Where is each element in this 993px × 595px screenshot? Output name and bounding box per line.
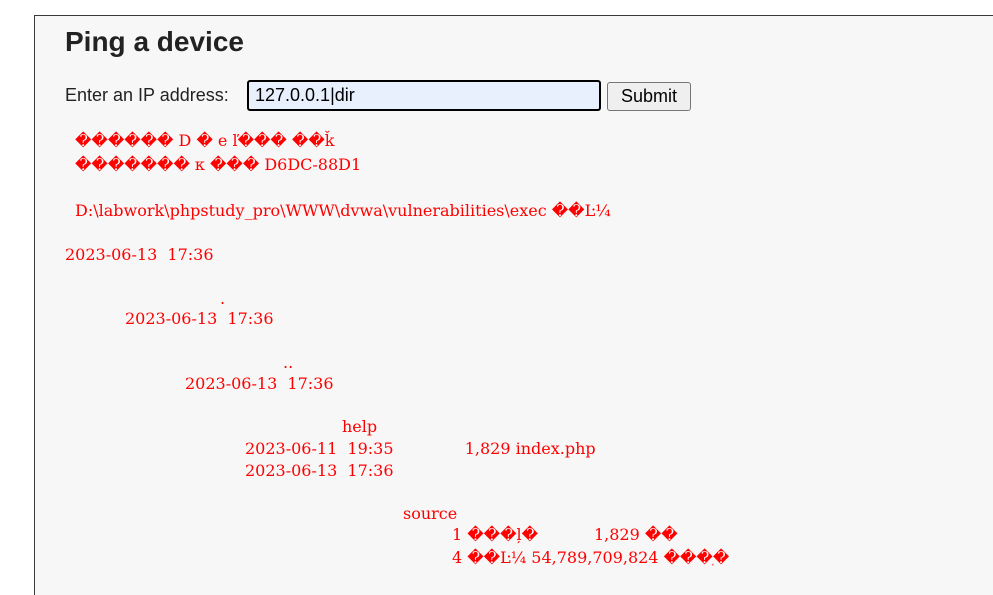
output-line-serial: ������� к ��� D6DC-88D1 [75,155,362,174]
output-line-file-count: 1 ���ļ� 1,829 �� [452,525,678,544]
output-line-date-3: 2023-06-13 17:36 [185,374,334,393]
ip-address-input[interactable] [247,80,601,111]
output-line-date-2: 2023-06-13 17:36 [125,309,274,328]
output-line-dir-count: 4 ��Ŀ¼ 54,789,709,824 ���ֽ� [452,548,730,567]
ip-address-label: Enter an IP address: [65,85,229,105]
page: Ping a device Enter an IP address: Submi… [0,0,993,595]
output-line-date-1: 2023-06-13 17:36 [65,245,214,264]
output-line-index-php: 2023-06-11 19:35 1,829 index.php [245,439,596,458]
output-line-directory: D:\labwork\phpstudy_pro\WWW\dvwa\vulnera… [75,201,611,220]
page-title: Ping a device [65,26,244,57]
output-line-date-4: 2023-06-13 17:36 [245,461,394,480]
submit-button[interactable]: Submit [607,82,691,111]
output-line-help: help [342,417,378,436]
output-line-source: source [403,504,458,523]
output-line-dotdot: .. [283,353,294,372]
output-line-dot: . [220,289,226,308]
output-line-volume: ������ D � e ľ��� ��ǩ [75,131,335,150]
